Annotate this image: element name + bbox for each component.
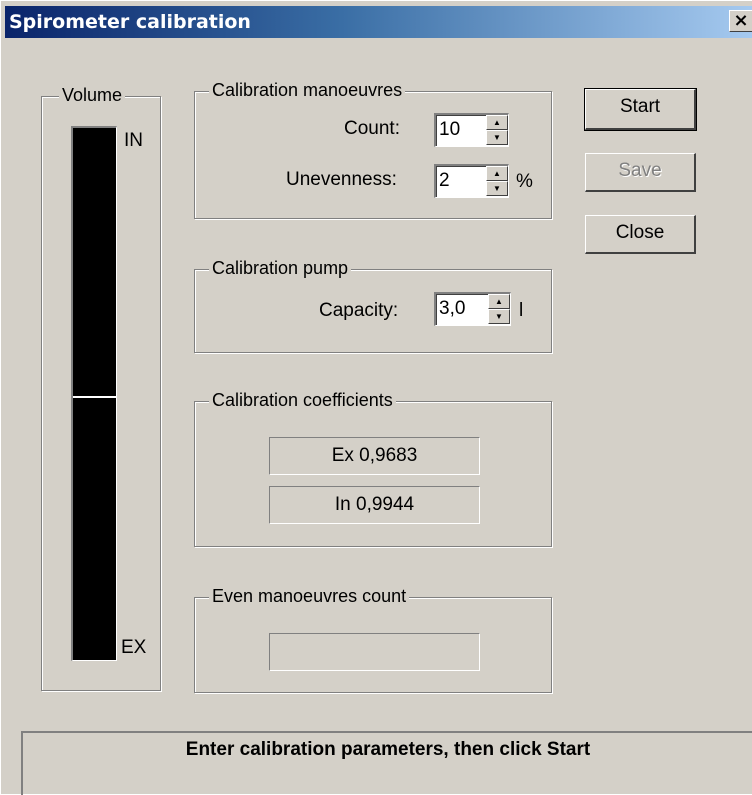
count-value: 10 xyxy=(439,119,461,140)
even-count-readout xyxy=(269,633,480,671)
arrow-up-icon: ▲ xyxy=(495,297,503,306)
status-text: Enter calibration parameters, then click… xyxy=(185,739,591,760)
pump-legend: Calibration pump xyxy=(209,258,352,279)
capacity-down-button[interactable]: ▼ xyxy=(488,309,510,324)
count-label: Count: xyxy=(344,118,400,139)
save-button[interactable]: Save xyxy=(585,153,696,192)
capacity-spinner[interactable]: 3,0 ▲ ▼ xyxy=(434,292,511,326)
count-down-button[interactable]: ▼ xyxy=(486,130,508,145)
capacity-label: Capacity: xyxy=(319,300,399,321)
coefficients-legend: Calibration coefficients xyxy=(209,390,396,411)
start-button[interactable]: Start xyxy=(584,88,697,131)
arrow-down-icon: ▼ xyxy=(493,133,501,142)
manoeuvres-group: Calibration manoeuvres xyxy=(194,80,552,219)
status-bar: Enter calibration parameters, then click… xyxy=(21,731,752,795)
volume-in-label: IN xyxy=(124,130,143,151)
manoeuvres-legend: Calibration manoeuvres xyxy=(209,80,406,101)
even-count-legend: Even manoeuvres count xyxy=(209,586,410,607)
title-bar[interactable]: Spirometer calibration × xyxy=(5,6,752,38)
close-icon: × xyxy=(733,10,749,31)
window-title: Spirometer calibration xyxy=(9,11,251,33)
volume-legend: Volume xyxy=(59,85,126,106)
count-spinner[interactable]: 10 ▲ ▼ xyxy=(434,113,509,147)
unevenness-unit: % xyxy=(516,171,533,192)
calibration-dialog: Spirometer calibration × Volume IN EX Ca… xyxy=(0,0,752,795)
unevenness-value: 2 xyxy=(439,170,450,191)
unevenness-spinner[interactable]: 2 ▲ ▼ xyxy=(434,164,509,198)
unevenness-up-button[interactable]: ▲ xyxy=(486,166,508,181)
volume-level-indicator xyxy=(73,396,116,398)
ex-coefficient-readout: Ex 0,9683 xyxy=(269,437,480,475)
close-button[interactable]: Close xyxy=(585,215,696,254)
close-window-button[interactable]: × xyxy=(729,10,752,32)
volume-ex-label: EX xyxy=(121,637,147,658)
capacity-value: 3,0 xyxy=(439,298,466,319)
capacity-unit: l xyxy=(519,300,524,321)
in-coefficient-readout: In 0,9944 xyxy=(269,486,480,524)
arrow-down-icon: ▼ xyxy=(495,312,503,321)
arrow-up-icon: ▲ xyxy=(493,118,501,127)
arrow-down-icon: ▼ xyxy=(493,184,501,193)
volume-meter xyxy=(71,126,117,661)
unevenness-label: Unevenness: xyxy=(286,169,397,190)
capacity-up-button[interactable]: ▲ xyxy=(488,294,510,309)
count-up-button[interactable]: ▲ xyxy=(486,115,508,130)
unevenness-down-button[interactable]: ▼ xyxy=(486,181,508,196)
arrow-up-icon: ▲ xyxy=(493,169,501,178)
